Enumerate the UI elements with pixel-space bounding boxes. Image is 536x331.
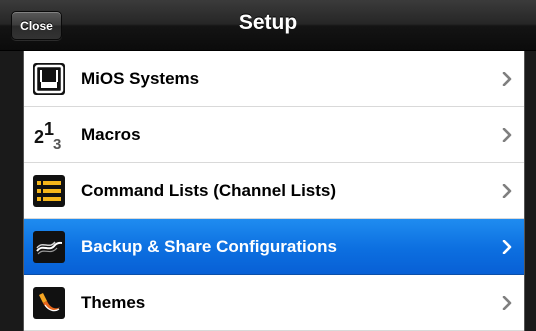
list-item-label: Macros — [81, 124, 141, 144]
chevron-right-icon — [502, 239, 512, 254]
backup-share-icon — [33, 230, 65, 263]
chevron-right-icon — [502, 71, 512, 86]
list-item-label: Themes — [81, 292, 146, 312]
paintbrush-icon — [33, 286, 65, 319]
svg-text:3: 3 — [53, 136, 61, 151]
list-item-mios-systems[interactable]: MiOS Systems — [24, 51, 524, 107]
setup-list: MiOS Systems 2 1 3 Macros Command Lists … — [24, 51, 524, 331]
router-icon — [33, 62, 65, 95]
list-item-label: Command Lists (Channel Lists) — [81, 180, 337, 200]
list-item-backup-share[interactable]: Backup & Share Configurations — [24, 219, 524, 275]
list-icon — [33, 174, 65, 207]
list-item-themes[interactable]: Themes — [24, 275, 524, 331]
list-item-label: Backup & Share Configurations — [81, 236, 337, 256]
list-item-macros[interactable]: 2 1 3 Macros — [24, 107, 524, 163]
chevron-right-icon — [502, 183, 512, 198]
navigation-bar: Close Setup — [0, 0, 536, 51]
macro-numbers-icon: 2 1 3 — [33, 118, 65, 151]
chevron-right-icon — [502, 127, 512, 142]
svg-text:2: 2 — [34, 127, 44, 147]
list-item-label: MiOS Systems — [81, 68, 200, 88]
page-title: Setup — [238, 11, 298, 34]
list-item-command-lists[interactable]: Command Lists (Channel Lists) — [24, 163, 524, 219]
chevron-right-icon — [502, 295, 512, 310]
